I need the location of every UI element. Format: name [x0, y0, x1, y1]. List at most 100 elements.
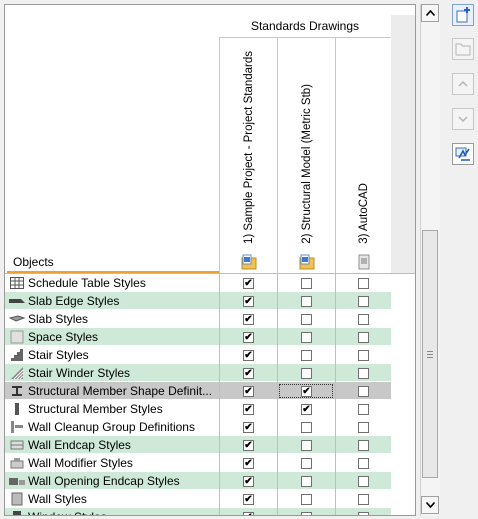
slab-edge-icon [9, 294, 25, 308]
move-up-button[interactable] [452, 73, 474, 95]
unchecked-checkbox[interactable] [358, 457, 369, 469]
table-row[interactable]: Slab Edge Styles ✔ [5, 292, 391, 310]
unchecked-checkbox[interactable] [301, 457, 312, 469]
unchecked-checkbox[interactable] [358, 277, 369, 289]
table-row[interactable]: Wall Cleanup Group Definitions ✔ [5, 418, 391, 436]
drawing-cell [277, 328, 335, 346]
checked-checkbox[interactable]: ✔ [243, 367, 254, 379]
unchecked-checkbox[interactable] [301, 493, 312, 505]
checked-checkbox[interactable]: ✔ [243, 403, 254, 415]
table-row[interactable]: Wall Endcap Styles ✔ [5, 436, 391, 454]
unchecked-checkbox[interactable] [301, 475, 312, 487]
unchecked-checkbox[interactable] [358, 385, 369, 397]
checked-checkbox[interactable]: ✔ [243, 421, 254, 433]
object-name-cell: Schedule Table Styles [9, 274, 219, 292]
object-name-cell: Wall Cleanup Group Definitions [9, 418, 219, 436]
checked-checkbox[interactable]: ✔ [243, 493, 254, 505]
add-drawing-button[interactable] [452, 4, 474, 26]
unchecked-checkbox[interactable] [301, 295, 312, 307]
unchecked-checkbox[interactable] [358, 511, 369, 515]
column-header-2[interactable]: 2) Structural Model (Metric Stb) [277, 38, 335, 274]
object-name-label: Wall Modifier Styles [28, 456, 133, 470]
unchecked-checkbox[interactable] [301, 277, 312, 289]
checked-checkbox[interactable]: ✔ [243, 385, 254, 397]
table-row[interactable]: Slab Styles ✔ [5, 310, 391, 328]
column-header-3[interactable]: 3) AutoCAD [335, 38, 391, 274]
object-name-cell: Stair Winder Styles [9, 364, 219, 382]
checked-checkbox[interactable]: ✔ [243, 277, 254, 289]
scroll-thumb[interactable] [422, 230, 438, 478]
object-name-label: Stair Winder Styles [28, 366, 131, 380]
sync-standards-button[interactable] [452, 143, 474, 165]
checked-checkbox[interactable]: ✔ [301, 403, 312, 415]
open-folder-button[interactable] [452, 38, 474, 60]
checked-checkbox[interactable]: ✔ [243, 475, 254, 487]
column-header-1[interactable]: 1) Sample Project - Project Standards [219, 38, 277, 274]
drawing-cell: ✔ [219, 292, 277, 310]
wall-opening-endcap-icon [9, 474, 25, 488]
object-name-cell: Slab Edge Styles [9, 292, 219, 310]
column-header-label: 1) Sample Project - Project Standards [242, 50, 255, 244]
column-header-label: 3) AutoCAD [357, 183, 370, 244]
object-name-label: Stair Styles [28, 348, 89, 362]
unchecked-checkbox[interactable] [358, 313, 369, 325]
drawing-cell: ✔ [219, 310, 277, 328]
unchecked-checkbox[interactable] [301, 511, 312, 515]
vertical-scrollbar[interactable] [420, 4, 440, 516]
checked-checkbox[interactable]: ✔ [243, 511, 254, 515]
table-row[interactable]: Structural Member Shape Definit... ✔ ✔ [5, 382, 391, 400]
unchecked-checkbox[interactable] [301, 331, 312, 343]
checked-checkbox[interactable]: ✔ [243, 313, 254, 325]
unchecked-checkbox[interactable] [358, 493, 369, 505]
stair-icon [9, 348, 25, 362]
unchecked-checkbox[interactable] [358, 403, 369, 415]
folder-drawing-icon [241, 254, 256, 270]
table-row[interactable]: Space Styles ✔ [5, 328, 391, 346]
checked-checkbox[interactable]: ✔ [243, 295, 254, 307]
drawing-cell [277, 454, 335, 472]
object-name-label: Wall Styles [28, 492, 87, 506]
drawing-cell: ✔ [219, 364, 277, 382]
checked-checkbox[interactable]: ✔ [243, 331, 254, 343]
scroll-up-button[interactable] [421, 4, 439, 22]
unchecked-checkbox[interactable] [358, 295, 369, 307]
unchecked-checkbox[interactable] [358, 331, 369, 343]
checked-checkbox[interactable]: ✔ [301, 385, 312, 397]
unchecked-checkbox[interactable] [358, 367, 369, 379]
table-row[interactable]: Schedule Table Styles ✔ [5, 274, 391, 292]
standards-grid: Standards Drawings 1) Sample Project - P… [4, 4, 416, 516]
drawing-cell: ✔ [219, 400, 277, 418]
unchecked-checkbox[interactable] [301, 421, 312, 433]
unchecked-checkbox[interactable] [358, 349, 369, 361]
checked-checkbox[interactable]: ✔ [243, 457, 254, 469]
drawing-cell [335, 508, 391, 515]
unchecked-checkbox[interactable] [301, 313, 312, 325]
table-row[interactable]: Stair Styles ✔ [5, 346, 391, 364]
window-style-icon [9, 510, 25, 515]
table-row[interactable]: Wall Modifier Styles ✔ [5, 454, 391, 472]
table-row[interactable]: Structural Member Styles ✔ ✔ [5, 400, 391, 418]
table-row[interactable]: Stair Winder Styles ✔ [5, 364, 391, 382]
object-name-cell: Stair Styles [9, 346, 219, 364]
drawing-cell [335, 364, 391, 382]
drawing-cell [277, 274, 335, 292]
unchecked-checkbox[interactable] [358, 421, 369, 433]
checked-checkbox[interactable]: ✔ [243, 439, 254, 451]
unchecked-checkbox[interactable] [301, 349, 312, 361]
object-name-label: Wall Cleanup Group Definitions [28, 420, 195, 434]
unchecked-checkbox[interactable] [301, 367, 312, 379]
unchecked-checkbox[interactable] [358, 475, 369, 487]
wall-style-icon [9, 492, 25, 506]
unchecked-checkbox[interactable] [301, 439, 312, 451]
table-row[interactable]: Wall Styles ✔ [5, 490, 391, 508]
scroll-down-button[interactable] [421, 496, 439, 514]
unchecked-checkbox[interactable] [358, 439, 369, 451]
move-down-button[interactable] [452, 108, 474, 130]
objects-column-header[interactable]: Objects [13, 255, 54, 269]
stair-winder-icon [9, 366, 25, 380]
drawing-cell [335, 274, 391, 292]
table-row[interactable]: Wall Opening Endcap Styles ✔ [5, 472, 391, 490]
drawing-cell [335, 490, 391, 508]
table-row[interactable]: Window Styles ✔ [5, 508, 391, 515]
checked-checkbox[interactable]: ✔ [243, 349, 254, 361]
